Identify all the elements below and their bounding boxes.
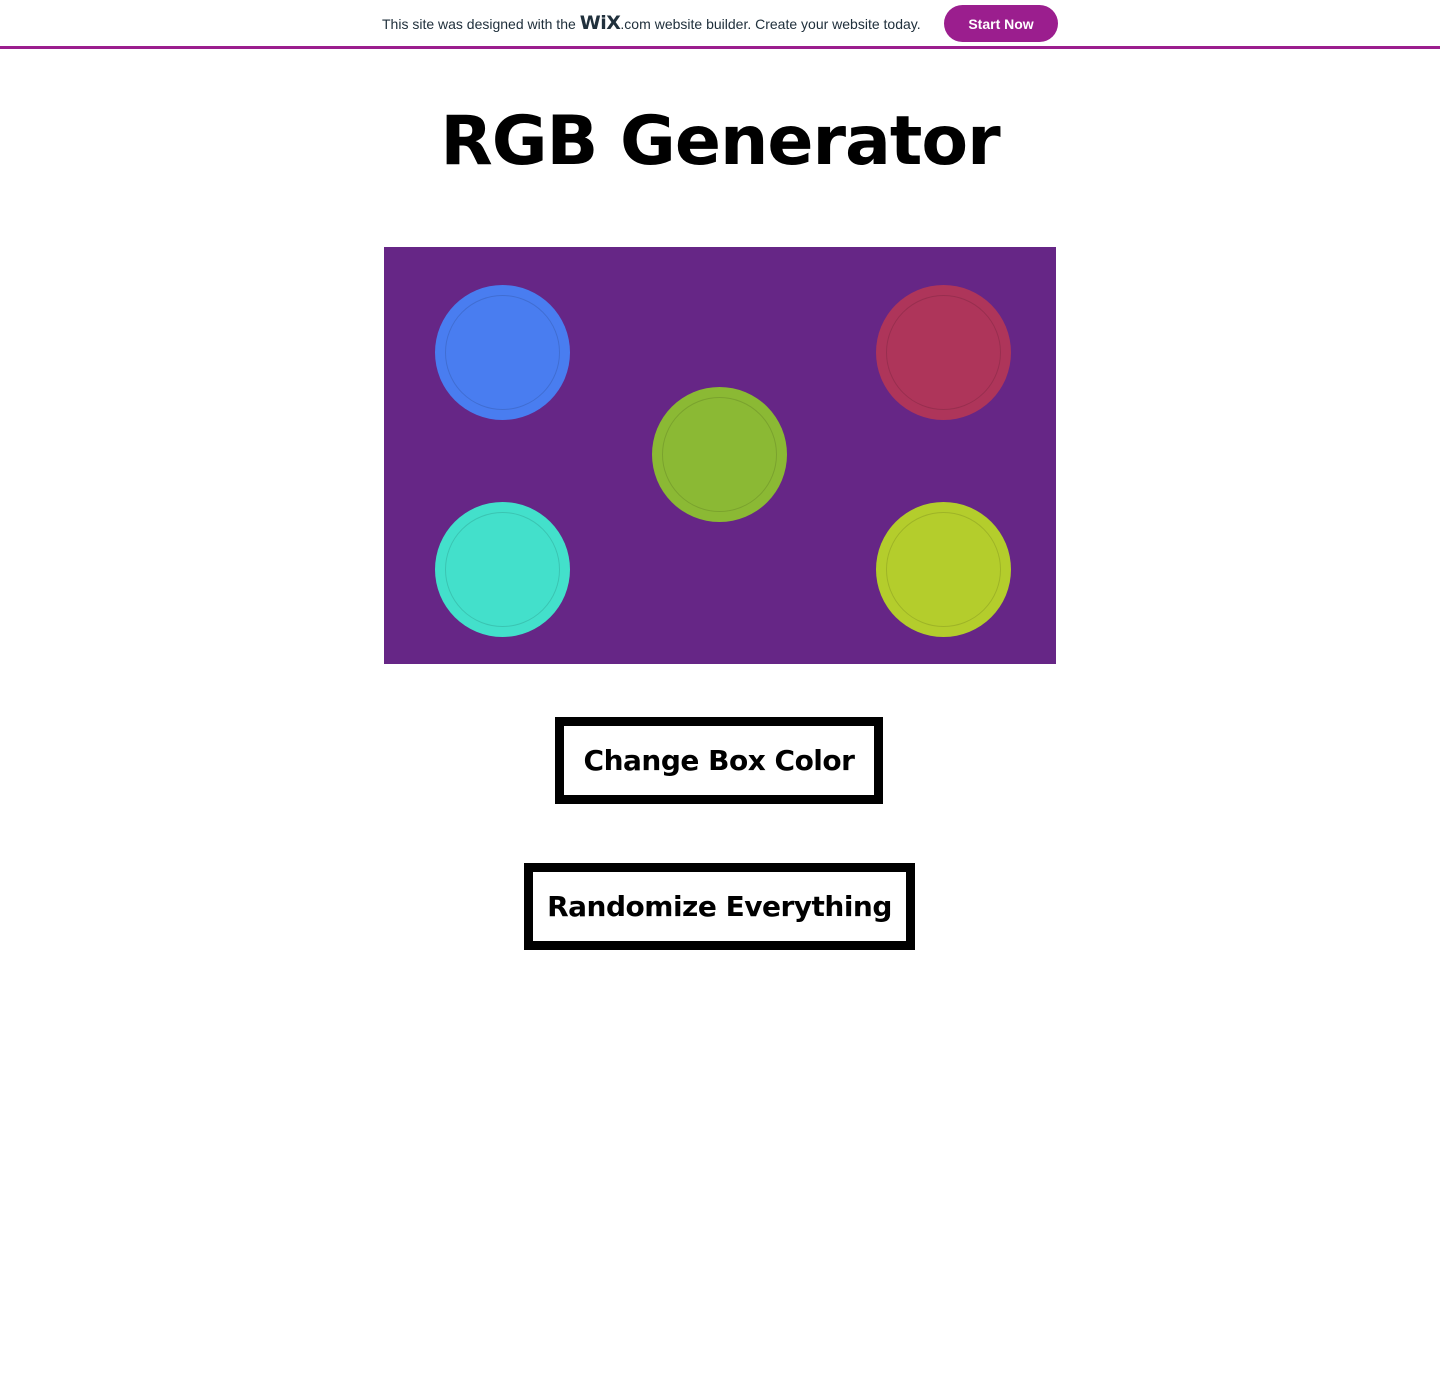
wix-banner-message: This site was designed with the WiX .com… bbox=[382, 0, 921, 46]
start-now-button[interactable]: Start Now bbox=[944, 5, 1058, 42]
wix-banner: This site was designed with the WiX .com… bbox=[0, 0, 1440, 49]
wix-logo-suffix: .com bbox=[620, 16, 651, 32]
change-box-color-button[interactable]: Change Box Color bbox=[555, 717, 883, 804]
wix-banner-text-before: This site was designed with the bbox=[382, 16, 576, 32]
page-title: RGB Generator bbox=[440, 102, 1000, 181]
wix-logo[interactable]: WiX bbox=[580, 12, 621, 34]
circle-bottom-right bbox=[876, 502, 1011, 637]
circle-top-left bbox=[435, 285, 570, 420]
wix-banner-text-after: website builder. Create your website tod… bbox=[654, 16, 921, 32]
circle-bottom-left bbox=[435, 502, 570, 637]
circle-center bbox=[652, 387, 787, 522]
randomize-everything-button[interactable]: Randomize Everything bbox=[524, 863, 915, 950]
circle-top-right bbox=[876, 285, 1011, 420]
color-box bbox=[384, 247, 1056, 664]
wix-banner-text: This site was designed with the WiX .com… bbox=[382, 12, 921, 34]
